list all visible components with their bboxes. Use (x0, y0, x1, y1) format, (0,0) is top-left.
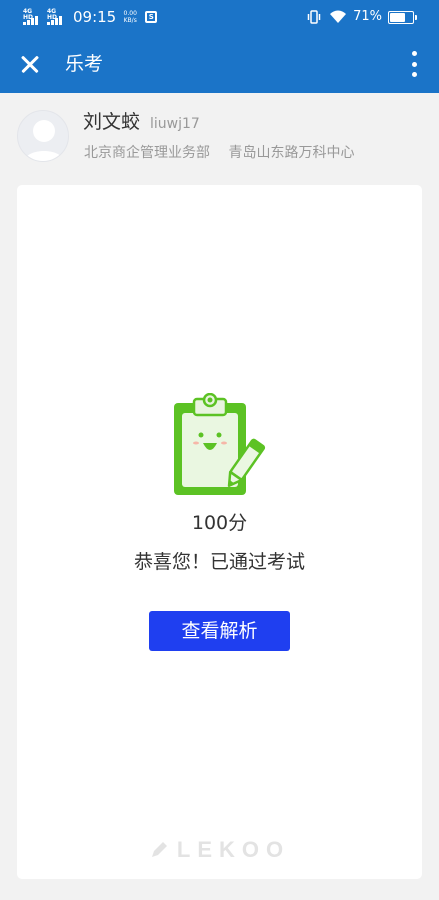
signal-icon: 4G HD (47, 8, 67, 25)
status-bar-right: 71% (306, 8, 417, 26)
user-org: 北京商企管理业务部 青岛山东路万科中心 (84, 142, 354, 162)
more-vertical-icon[interactable] (409, 51, 419, 77)
status-time: 09:15 (73, 8, 117, 26)
wifi-icon (330, 10, 347, 23)
clipboard-pass-icon (174, 393, 266, 495)
avatar-placeholder-icon (24, 120, 64, 161)
user-name-row: 刘文蛟 liuwj17 (83, 107, 200, 134)
view-analysis-button[interactable]: 查看解析 (149, 611, 290, 651)
result-card: 100分 恭喜您！已通过考试 查看解析 LEKOO (17, 185, 422, 879)
brand-footer: LEKOO (17, 837, 422, 863)
user-name: 刘文蛟 (83, 111, 141, 133)
battery-icon (388, 10, 417, 24)
app-title: 乐考 (65, 53, 104, 75)
close-icon[interactable] (16, 50, 44, 78)
vibrate-icon (307, 10, 321, 24)
net-speed-value: 0.00 (123, 10, 137, 17)
battery-percent: 71% (353, 9, 382, 24)
status-bar: 4G HD 4G HD 09:15 0.00 KB/s S 71% (0, 0, 439, 35)
avatar[interactable] (17, 110, 69, 162)
exam-score: 100分 (191, 512, 248, 534)
user-location: 青岛山东路万科中心 (228, 145, 355, 161)
net-speed-unit: KB/s (123, 17, 137, 24)
battery-fill (390, 12, 405, 22)
net-speed: 0.00 KB/s (121, 10, 139, 24)
pencil-logo-icon (151, 842, 167, 857)
user-id: liuwj17 (150, 116, 200, 132)
app-bar: 乐考 (0, 35, 439, 93)
user-department: 北京商企管理业务部 (84, 145, 210, 161)
brand-logo-text: LEKOO (176, 837, 291, 862)
pass-message: 恭喜您！已通过考试 (133, 551, 305, 573)
status-bar-left: 4G HD 4G HD 09:15 0.00 KB/s S (23, 8, 158, 26)
user-header: 刘文蛟 liuwj17 北京商企管理业务部 青岛山东路万科中心 (0, 93, 439, 179)
signal-icon: 4G HD (23, 8, 43, 25)
app-notification-icon: S (145, 11, 158, 23)
